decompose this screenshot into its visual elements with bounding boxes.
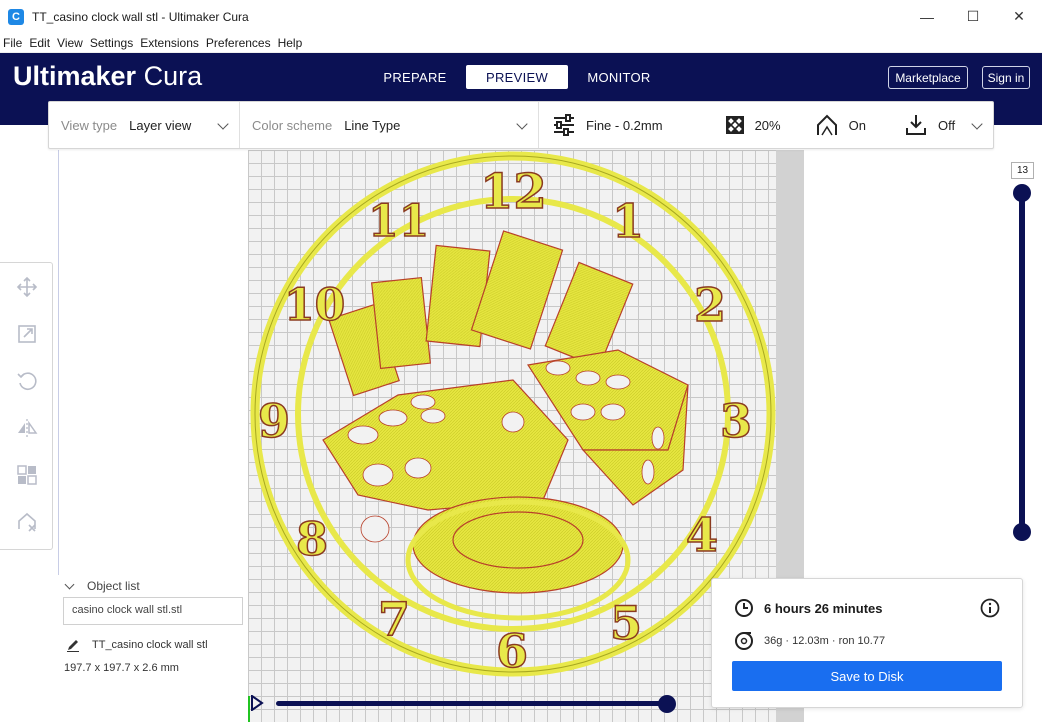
play-icon[interactable] [250, 695, 264, 711]
tab-preview[interactable]: PREVIEW [466, 65, 568, 89]
material-usage: 36g · 12.03m · ron 10.77 [764, 635, 886, 647]
menu-preferences[interactable]: Preferences [203, 36, 275, 50]
title-bar: C TT_casino clock wall stl - Ultimaker C… [0, 0, 1042, 33]
mirror-icon [17, 418, 37, 437]
object-list-panel: Object list casino clock wall stl.stl TT… [58, 575, 248, 722]
path-slider-handle[interactable] [658, 695, 676, 713]
color-scheme-value: Line Type [344, 117, 401, 133]
chevron-down-icon [64, 579, 75, 589]
print-time: 6 hours 26 minutes [764, 600, 883, 616]
view-toolbar: View type Layer view Color scheme Line T… [48, 101, 994, 149]
object-name-row[interactable]: TT_casino clock wall stl [66, 638, 208, 652]
layer-slider-track[interactable] [1019, 193, 1025, 533]
rotate-icon [16, 371, 37, 390]
menu-settings[interactable]: Settings [87, 36, 137, 50]
clock-numeral-5: 5 [609, 595, 643, 651]
clock-numeral-10: 10 [283, 279, 346, 332]
ultimaker-cura-logo: Ultimaker Cura [13, 61, 202, 92]
marketplace-button[interactable]: Marketplace [888, 66, 968, 89]
clock-numeral-9: 9 [257, 393, 291, 449]
scale-tool[interactable] [0, 310, 53, 357]
per-model-settings-tool[interactable] [0, 451, 53, 498]
clock-numeral-1: 1 [611, 193, 645, 249]
clock-numeral-7: 7 [377, 591, 411, 647]
menu-edit[interactable]: Edit [26, 36, 54, 50]
object-name: TT_casino clock wall stl [92, 639, 208, 651]
clock-numeral-11: 11 [367, 195, 430, 248]
tool-panel [0, 262, 53, 550]
info-icon[interactable] [980, 598, 1000, 618]
chevron-down-icon [516, 118, 528, 130]
per-model-settings-icon [16, 464, 37, 485]
adhesion-value: Off [937, 117, 956, 133]
clock-icon [735, 599, 753, 617]
build-plate-viewport[interactable]: 12 1 2 3 4 5 6 7 8 9 10 11 [248, 150, 776, 722]
support-icon [816, 114, 837, 136]
clock-numeral-4: 4 [685, 507, 719, 563]
spool-icon [735, 632, 753, 650]
color-scheme-label: Color scheme [252, 117, 333, 133]
settings-sliders-icon [554, 114, 574, 136]
menu-bar: File Edit View Settings Extensions Prefe… [0, 33, 1042, 53]
print-summary-panel: 6 hours 26 minutes 36g · 12.03m · ron 10… [711, 578, 1023, 708]
layer-number-input[interactable]: 13 [1011, 162, 1034, 179]
clock-numeral-2: 2 [693, 277, 727, 333]
material-row: 36g · 12.03m · ron 10.77 [734, 631, 885, 651]
clock-numeral-12: 12 [479, 163, 547, 221]
clock-numeral-6: 6 [495, 623, 529, 679]
clock-numeral-3: 3 [719, 393, 753, 449]
move-tool[interactable] [0, 263, 53, 310]
support-blocker-icon [17, 512, 36, 532]
print-time-row: 6 hours 26 minutes [734, 598, 882, 618]
scale-icon [17, 324, 36, 343]
menu-extensions[interactable]: Extensions [137, 36, 203, 50]
tab-monitor[interactable]: MONITOR [568, 65, 670, 89]
support-value: On [848, 117, 866, 133]
minimize-button[interactable]: — [904, 0, 950, 33]
view-type-label: View type [61, 117, 118, 133]
logo-bold: Ultimaker [13, 61, 137, 91]
window-controls: — ☐ ✕ [904, 0, 1042, 33]
mirror-tool[interactable] [0, 404, 53, 451]
sign-in-button[interactable]: Sign in [982, 66, 1030, 89]
logo-light: Cura [143, 61, 203, 91]
color-scheme-dropdown[interactable]: Color scheme Line Type [240, 102, 539, 148]
infill-value: 20% [754, 117, 781, 133]
adhesion-icon [905, 115, 926, 135]
layer-slider-upper-handle[interactable] [1013, 184, 1031, 202]
window-title: TT_casino clock wall stl - Ultimaker Cur… [32, 9, 249, 24]
menu-help[interactable]: Help [275, 36, 307, 50]
chevron-down-icon [971, 118, 983, 130]
support-blocker-tool[interactable] [0, 498, 53, 545]
menu-view[interactable]: View [54, 36, 87, 50]
stage-tabs: PREPARE PREVIEW MONITOR [364, 65, 670, 89]
view-type-dropdown[interactable]: View type Layer view [49, 102, 240, 148]
object-list-item[interactable]: casino clock wall stl.stl [63, 597, 243, 625]
layer-slider-lower-handle[interactable] [1013, 523, 1031, 541]
object-list-toggle[interactable]: Object list [64, 579, 140, 593]
path-slider-track[interactable] [276, 701, 668, 706]
print-settings-button[interactable]: Fine - 0.2mm 20% On Off [539, 102, 993, 148]
infill-icon [725, 116, 744, 134]
menu-file[interactable]: File [0, 36, 26, 50]
clock-numeral-8: 8 [295, 511, 329, 567]
maximize-button[interactable]: ☐ [950, 0, 996, 33]
move-icon [16, 276, 37, 297]
object-dimensions: 197.7 x 197.7 x 2.6 mm [64, 662, 179, 674]
cura-app-icon: C [8, 8, 24, 25]
close-button[interactable]: ✕ [996, 0, 1042, 33]
pencil-icon [67, 640, 79, 652]
view-type-value: Layer view [129, 117, 192, 133]
poker-chip [405, 496, 631, 621]
profile-value: Fine - 0.2mm [586, 117, 663, 133]
chevron-down-icon [217, 118, 229, 130]
rotate-tool[interactable] [0, 357, 53, 404]
tab-prepare[interactable]: PREPARE [364, 65, 466, 89]
object-list-header: Object list [87, 579, 140, 593]
save-to-disk-button[interactable]: Save to Disk [732, 661, 1002, 691]
